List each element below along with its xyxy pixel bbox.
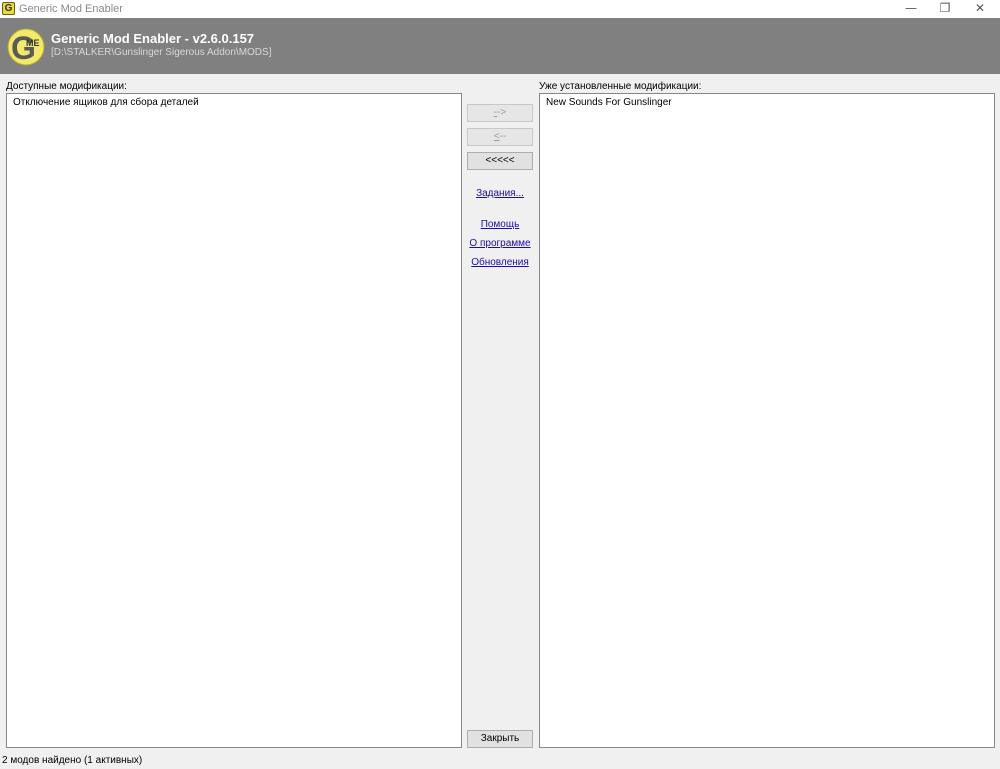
minimize-icon[interactable]: — bbox=[893, 0, 929, 18]
logo-letter: G bbox=[11, 30, 36, 66]
status-bar: 2 модов найдено (1 активных) bbox=[0, 752, 1000, 769]
tasks-link[interactable]: Задания... bbox=[462, 188, 538, 200]
activate-arrow: -> bbox=[497, 107, 507, 118]
app-icon: G bbox=[2, 2, 15, 15]
installed-mods-label: Уже установленные модификации: bbox=[539, 81, 702, 92]
header-banner: G ME Generic Mod Enabler - v2.6.0.157 [D… bbox=[0, 18, 1000, 74]
help-link[interactable]: Помощь bbox=[462, 219, 538, 231]
close-button[interactable]: Закрыть bbox=[467, 730, 533, 748]
title-bar[interactable]: G Generic Mod Enabler — ❐ ✕ bbox=[0, 0, 1000, 18]
window-title: Generic Mod Enabler bbox=[19, 3, 123, 15]
about-link[interactable]: О программе bbox=[462, 238, 538, 250]
updates-link[interactable]: Обновления bbox=[462, 257, 538, 269]
deactivate-all-button[interactable]: <<<<< bbox=[467, 152, 533, 170]
mods-path: [D:\STALKER\Gunslinger Sigerous Addon\MO… bbox=[51, 47, 272, 58]
logo-text: ME bbox=[26, 38, 40, 48]
available-mods-list[interactable]: Отключение ящиков для сбора деталей bbox=[6, 93, 462, 748]
installed-mods-list[interactable]: New Sounds For Gunslinger bbox=[539, 93, 995, 748]
app-name: Generic Mod Enabler - v2.6.0.157 bbox=[51, 31, 255, 46]
available-mods-label: Доступные модификации: bbox=[6, 81, 127, 92]
status-text: 2 модов найдено (1 активных) bbox=[2, 755, 143, 766]
list-item[interactable]: Отключение ящиков для сбора деталей bbox=[7, 94, 461, 111]
gme-logo-icon: G ME bbox=[7, 28, 45, 66]
close-icon[interactable]: ✕ bbox=[962, 0, 998, 18]
activate-button[interactable]: --> bbox=[467, 104, 533, 122]
restore-icon[interactable]: ❐ bbox=[927, 0, 963, 18]
deactivate-button[interactable]: <-- bbox=[467, 128, 533, 146]
list-item[interactable]: New Sounds For Gunslinger bbox=[540, 94, 994, 111]
deactivate-arrow: -- bbox=[499, 131, 507, 142]
